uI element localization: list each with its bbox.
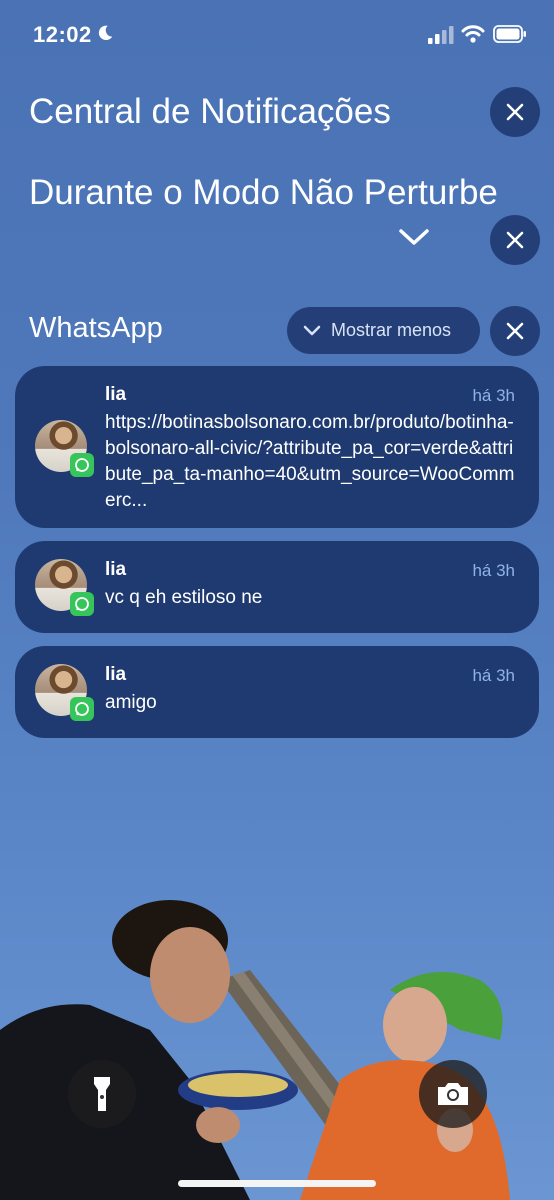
wifi-icon — [461, 25, 485, 43]
notification-message: https://botinasbolsonaro.com.br/produto/… — [105, 412, 515, 511]
notification-message: amigo — [105, 692, 157, 713]
show-less-button[interactable]: Mostrar menos — [287, 307, 480, 354]
notification-time: há 3h — [472, 386, 515, 405]
notification-card[interactable]: lia há 3h https://botinasbolsonaro.com.b… — [15, 366, 539, 528]
whatsapp-icon — [70, 592, 94, 616]
home-indicator[interactable] — [178, 1180, 376, 1187]
status-bar: 12:02 — [0, 0, 554, 70]
clear-dnd-button[interactable] — [490, 215, 540, 265]
notification-card[interactable]: lia há 3h vc q eh estiloso ne — [15, 541, 539, 633]
notification-card[interactable]: lia há 3h amigo — [15, 646, 539, 738]
dnd-section-title: Durante o Modo Não Perturbe — [29, 173, 498, 212]
notification-time: há 3h — [472, 666, 515, 685]
close-icon — [506, 103, 524, 121]
avatar — [35, 420, 107, 477]
clear-all-button[interactable] — [490, 87, 540, 137]
status-time: 12:02 — [33, 22, 92, 47]
camera-icon — [438, 1083, 468, 1105]
camera-button[interactable] — [419, 1060, 487, 1128]
wallpaper-photo — [0, 900, 510, 1200]
moon-icon — [98, 25, 113, 41]
whatsapp-icon — [70, 453, 94, 477]
app-group-title: WhatsApp — [29, 312, 163, 344]
notification-sender: lia — [105, 384, 127, 405]
notification-sender: lia — [105, 559, 127, 580]
whatsapp-icon — [70, 697, 94, 721]
notification-sender: lia — [105, 664, 127, 685]
clear-group-button[interactable] — [490, 306, 540, 356]
flashlight-button[interactable] — [68, 1060, 136, 1128]
notification-message: vc q eh estiloso ne — [105, 587, 263, 608]
signal-icon — [428, 26, 454, 44]
avatar — [35, 559, 107, 616]
avatar — [35, 664, 107, 721]
flashlight-icon — [94, 1077, 110, 1111]
page-title: Central de Notificações — [29, 92, 391, 131]
close-icon — [506, 322, 524, 340]
show-less-label: Mostrar menos — [331, 320, 452, 340]
battery-icon — [493, 25, 526, 43]
close-icon — [506, 231, 524, 249]
chevron-down-icon[interactable] — [398, 226, 430, 248]
chevron-down-icon — [303, 325, 321, 335]
notification-time: há 3h — [472, 561, 515, 580]
